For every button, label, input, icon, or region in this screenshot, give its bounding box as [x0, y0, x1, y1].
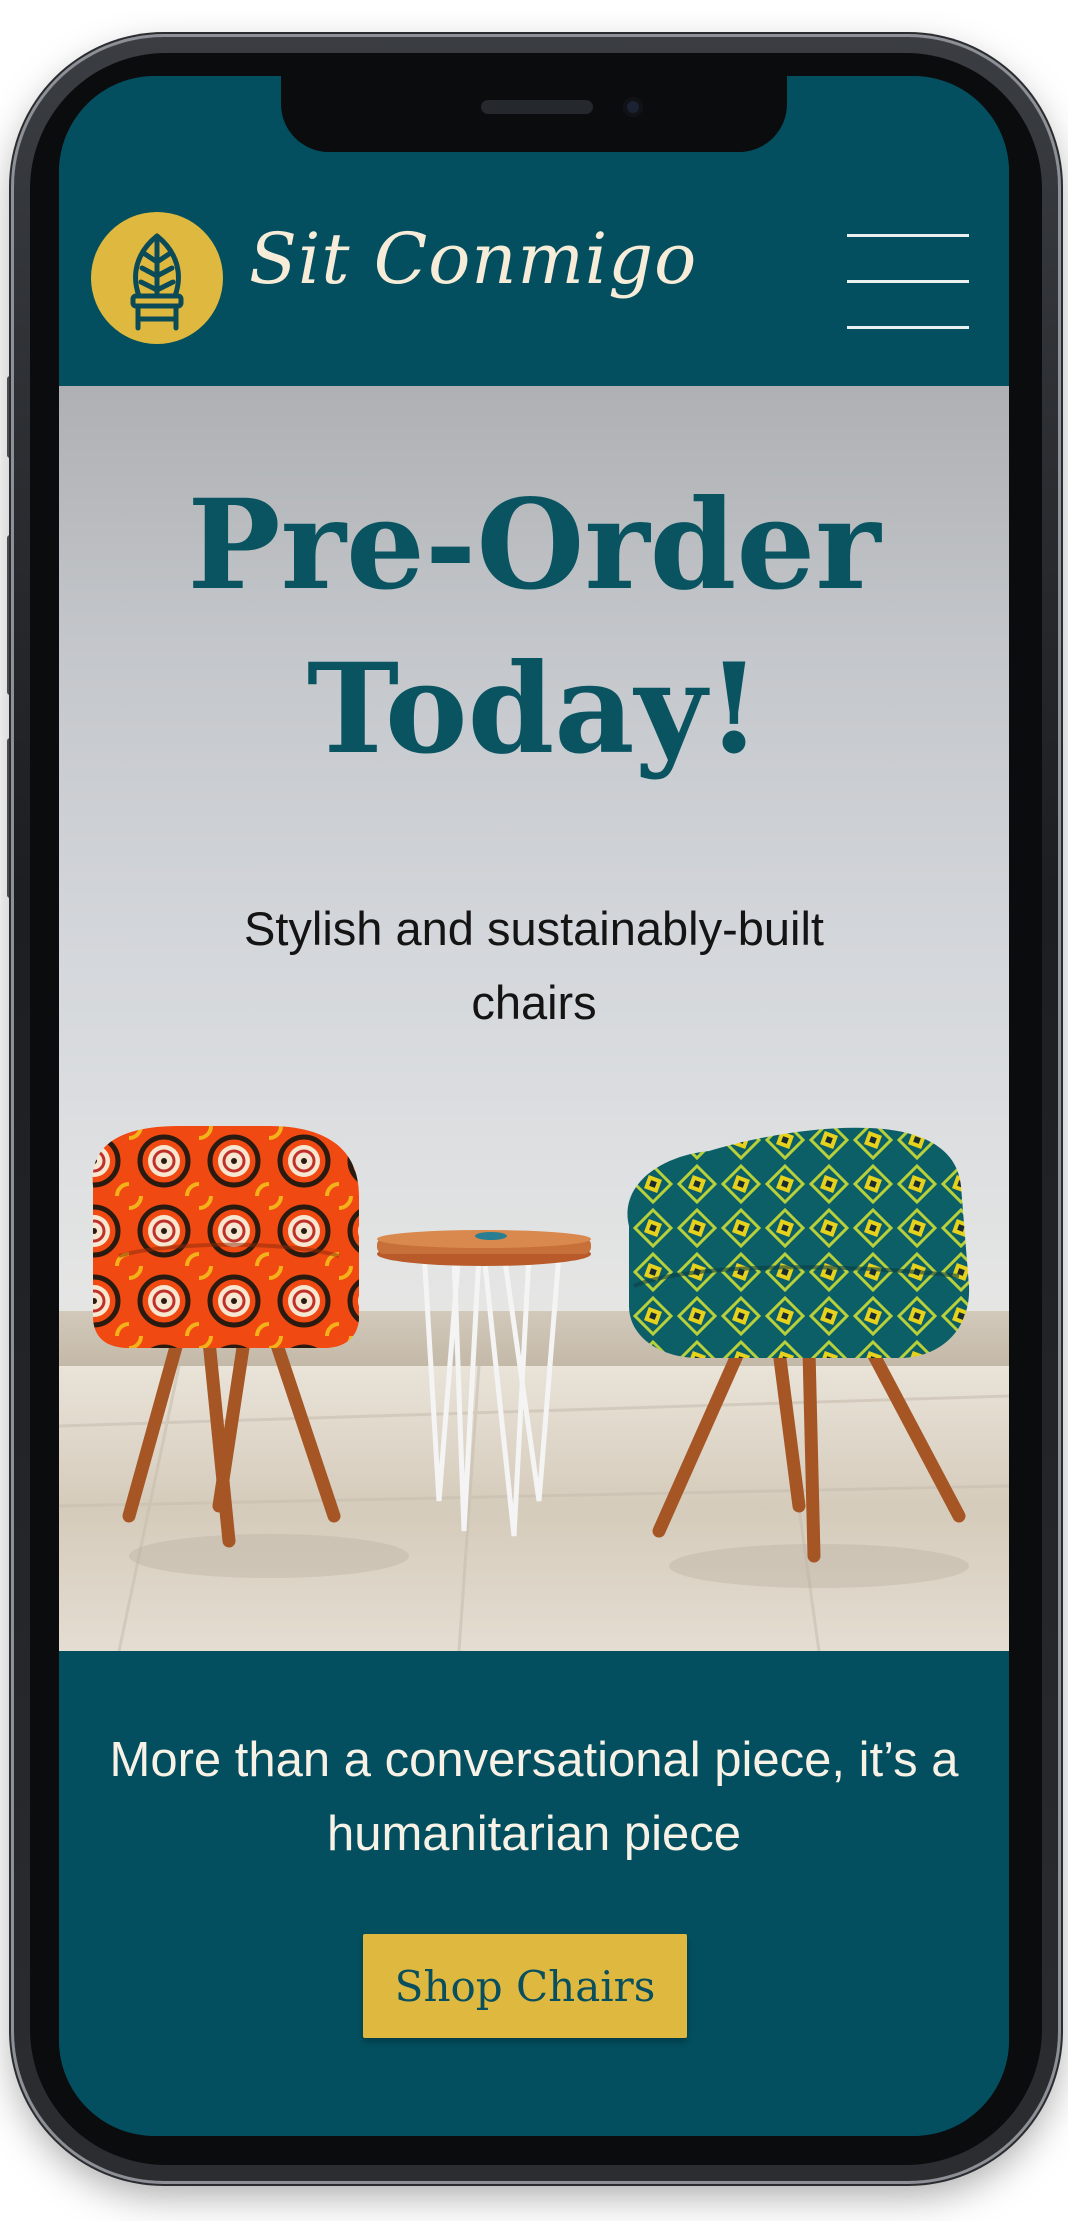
- front-camera: [623, 97, 643, 117]
- promo-section: More than a conversational piece, it’s a…: [59, 1651, 1009, 2136]
- hamburger-menu-icon: [847, 280, 969, 283]
- phone-notch: [281, 76, 787, 152]
- promo-tagline: More than a conversational piece, it’s a…: [109, 1733, 959, 1861]
- chair-leaf-logo-icon: [130, 233, 184, 331]
- speaker-grille: [481, 100, 593, 114]
- hamburger-menu-button[interactable]: [847, 234, 969, 330]
- hero-chairs-image: [59, 1126, 1009, 1651]
- hero-subtitle: Stylish and sustainably-built chairs: [244, 902, 824, 1029]
- hamburger-menu-icon: [847, 234, 969, 237]
- hamburger-menu-icon: [847, 326, 969, 329]
- brand-name: Sit Conmigo: [249, 218, 698, 300]
- hero-title: Pre-Order Today!: [187, 473, 881, 782]
- device-mockup: Sit Conmigo Pre-Order Today! Stylish and…: [0, 0, 1068, 2221]
- shop-chairs-button[interactable]: Shop Chairs: [363, 1934, 687, 2038]
- phone-screen: Sit Conmigo Pre-Order Today! Stylish and…: [59, 76, 1009, 2136]
- hero-section: Pre-Order Today! Stylish and sustainably…: [59, 386, 1009, 1651]
- logo-link[interactable]: [91, 212, 223, 344]
